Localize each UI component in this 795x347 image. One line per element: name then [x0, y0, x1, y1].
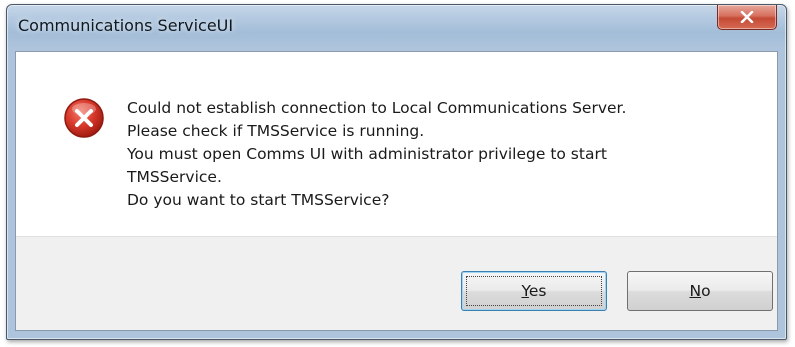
yes-access-key: Y [521, 282, 529, 300]
no-access-key: N [689, 282, 702, 300]
message-line: You must open Comms UI with administrato… [127, 145, 607, 163]
window-title: Communications ServiceUI [18, 16, 234, 35]
close-button[interactable] [717, 5, 777, 30]
yes-label-rest: es [528, 282, 547, 300]
error-icon [64, 98, 104, 138]
no-label-rest: o [701, 282, 711, 300]
no-button-label: No [689, 282, 710, 300]
message-line: Do you want to start TMSService? [127, 191, 390, 209]
close-icon [740, 11, 754, 23]
no-button[interactable]: No [627, 271, 773, 311]
button-bar: Yes No [16, 236, 777, 330]
message-area: Could not establish connection to Local … [16, 52, 777, 236]
message-line: TMSService. [127, 168, 222, 186]
dialog-window: Communications ServiceUI Could not estab… [6, 4, 787, 340]
message-line: Please check if TMSService is running. [127, 122, 425, 140]
message-text: Could not establish connection to Local … [127, 97, 777, 212]
title-bar[interactable]: Communications ServiceUI [7, 5, 786, 51]
yes-button-label: Yes [521, 282, 546, 300]
dialog-client-area: Could not establish connection to Local … [15, 51, 778, 331]
yes-button[interactable]: Yes [461, 271, 607, 311]
message-line: Could not establish connection to Local … [127, 99, 627, 117]
